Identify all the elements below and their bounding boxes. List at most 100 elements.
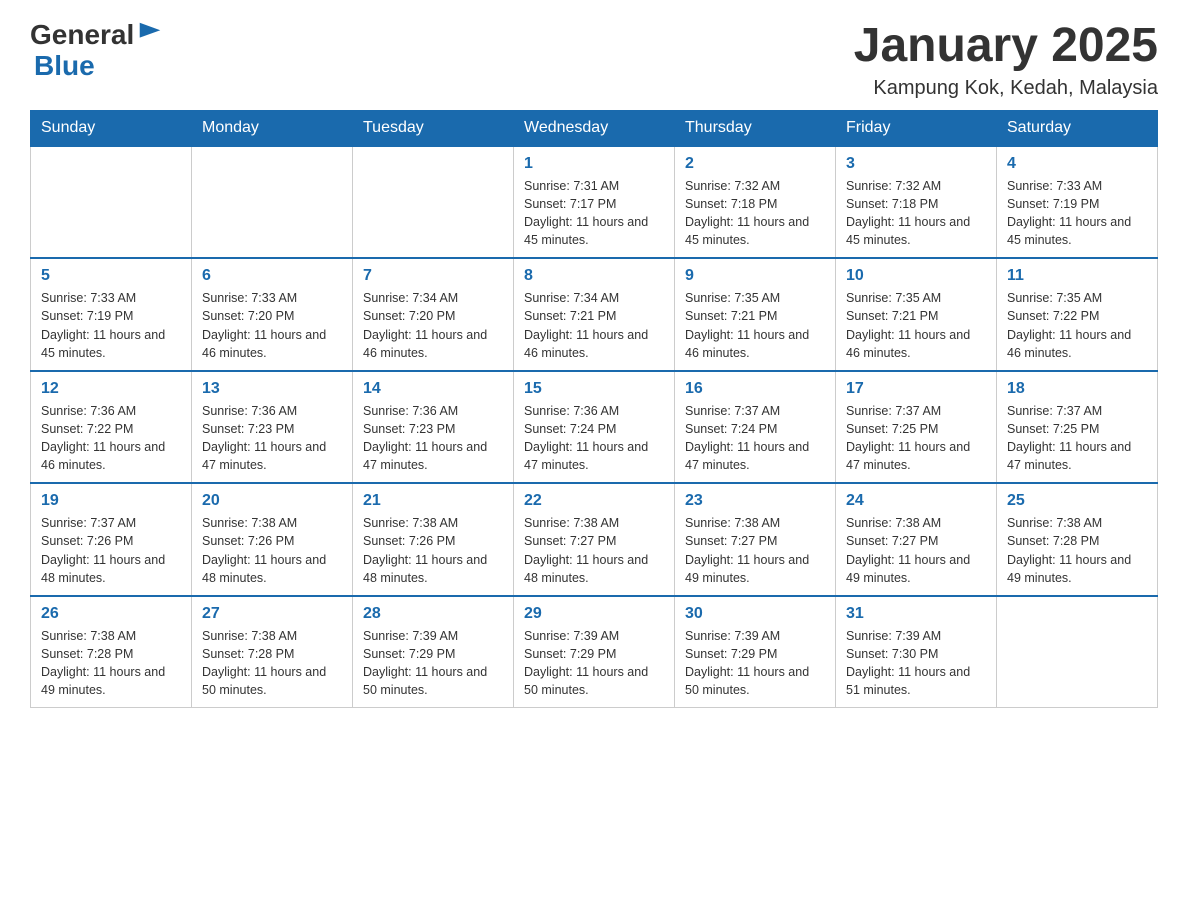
calendar-cell: 7 Sunrise: 7:34 AM Sunset: 7:20 PM Daylig…	[353, 258, 514, 371]
calendar-cell: 30 Sunrise: 7:39 AM Sunset: 7:29 PM Dayli…	[675, 596, 836, 708]
calendar-cell: 4 Sunrise: 7:33 AM Sunset: 7:19 PM Daylig…	[997, 146, 1158, 259]
day-info: Sunrise: 7:39 AM Sunset: 7:29 PM Dayligh…	[524, 627, 664, 700]
day-info: Sunrise: 7:36 AM Sunset: 7:23 PM Dayligh…	[363, 402, 503, 475]
calendar-cell: 13Sunrise: 7:36 AM Sunset: 7:23 PM Dayli…	[192, 371, 353, 484]
logo-flag-icon	[136, 19, 164, 47]
day-info: Sunrise: 7:38 AM Sunset: 7:27 PM Dayligh…	[846, 514, 986, 587]
day-number: 5	[41, 267, 181, 285]
day-info: Sunrise: 7:35 AM Sunset: 7:21 PM Dayligh…	[846, 289, 986, 362]
calendar-week-row: 5 Sunrise: 7:33 AM Sunset: 7:19 PM Daylig…	[31, 258, 1158, 371]
day-of-week-header: Saturday	[997, 110, 1158, 146]
logo: General Blue	[30, 20, 164, 82]
page-header: General Blue January 2025 Kampung Kok, K…	[30, 20, 1158, 100]
day-number: 20	[202, 492, 342, 510]
day-of-week-header: Tuesday	[353, 110, 514, 146]
day-number: 19	[41, 492, 181, 510]
day-info: Sunrise: 7:36 AM Sunset: 7:23 PM Dayligh…	[202, 402, 342, 475]
calendar-cell: 18 Sunrise: 7:37 AM Sunset: 7:25 PM Dayli…	[997, 371, 1158, 484]
day-info: Sunrise: 7:39 AM Sunset: 7:29 PM Dayligh…	[685, 627, 825, 700]
day-info: Sunrise: 7:33 AM Sunset: 7:20 PM Dayligh…	[202, 289, 342, 362]
calendar-cell: 22 Sunrise: 7:38 AM Sunset: 7:27 PM Dayli…	[514, 483, 675, 596]
day-number: 30	[685, 605, 825, 623]
day-number: 10	[846, 267, 986, 285]
day-number: 12	[41, 380, 181, 398]
calendar-cell	[192, 146, 353, 259]
day-info: Sunrise: 7:32 AM Sunset: 7:18 PM Dayligh…	[685, 177, 825, 250]
logo-blue-text: Blue	[34, 51, 164, 82]
calendar-cell	[997, 596, 1158, 708]
day-info: Sunrise: 7:38 AM Sunset: 7:26 PM Dayligh…	[202, 514, 342, 587]
day-number: 11	[1007, 267, 1147, 285]
calendar-cell: 28Sunrise: 7:39 AM Sunset: 7:29 PM Dayli…	[353, 596, 514, 708]
day-info: Sunrise: 7:39 AM Sunset: 7:30 PM Dayligh…	[846, 627, 986, 700]
calendar-cell: 17 Sunrise: 7:37 AM Sunset: 7:25 PM Dayli…	[836, 371, 997, 484]
calendar-table: SundayMondayTuesdayWednesdayThursdayFrid…	[30, 110, 1158, 709]
day-of-week-header: Wednesday	[514, 110, 675, 146]
calendar-cell: 3 Sunrise: 7:32 AM Sunset: 7:18 PM Daylig…	[836, 146, 997, 259]
calendar-cell: 16 Sunrise: 7:37 AM Sunset: 7:24 PM Dayli…	[675, 371, 836, 484]
location-title: Kampung Kok, Kedah, Malaysia	[854, 77, 1158, 100]
day-number: 8	[524, 267, 664, 285]
day-number: 29	[524, 605, 664, 623]
calendar-cell: 29 Sunrise: 7:39 AM Sunset: 7:29 PM Dayli…	[514, 596, 675, 708]
day-number: 24	[846, 492, 986, 510]
day-number: 21	[363, 492, 503, 510]
calendar-body: 1Sunrise: 7:31 AM Sunset: 7:17 PM Daylig…	[31, 146, 1158, 708]
day-info: Sunrise: 7:38 AM Sunset: 7:28 PM Dayligh…	[1007, 514, 1147, 587]
calendar-cell: 15 Sunrise: 7:36 AM Sunset: 7:24 PM Dayli…	[514, 371, 675, 484]
title-section: January 2025 Kampung Kok, Kedah, Malaysi…	[854, 20, 1158, 100]
calendar-cell: 23Sunrise: 7:38 AM Sunset: 7:27 PM Dayli…	[675, 483, 836, 596]
calendar-cell: 31 Sunrise: 7:39 AM Sunset: 7:30 PM Dayli…	[836, 596, 997, 708]
day-info: Sunrise: 7:34 AM Sunset: 7:20 PM Dayligh…	[363, 289, 503, 362]
calendar-cell: 8Sunrise: 7:34 AM Sunset: 7:21 PM Daylig…	[514, 258, 675, 371]
calendar-week-row: 1Sunrise: 7:31 AM Sunset: 7:17 PM Daylig…	[31, 146, 1158, 259]
day-number: 26	[41, 605, 181, 623]
day-number: 6	[202, 267, 342, 285]
day-number: 4	[1007, 155, 1147, 173]
day-info: Sunrise: 7:35 AM Sunset: 7:22 PM Dayligh…	[1007, 289, 1147, 362]
day-number: 14	[363, 380, 503, 398]
day-number: 3	[846, 155, 986, 173]
calendar-cell: 6 Sunrise: 7:33 AM Sunset: 7:20 PM Daylig…	[192, 258, 353, 371]
month-title: January 2025	[854, 20, 1158, 73]
day-of-week-header: Monday	[192, 110, 353, 146]
day-info: Sunrise: 7:33 AM Sunset: 7:19 PM Dayligh…	[41, 289, 181, 362]
calendar-cell: 5 Sunrise: 7:33 AM Sunset: 7:19 PM Daylig…	[31, 258, 192, 371]
day-info: Sunrise: 7:38 AM Sunset: 7:28 PM Dayligh…	[41, 627, 181, 700]
day-number: 31	[846, 605, 986, 623]
day-number: 28	[363, 605, 503, 623]
calendar-cell: 2 Sunrise: 7:32 AM Sunset: 7:18 PM Daylig…	[675, 146, 836, 259]
day-info: Sunrise: 7:38 AM Sunset: 7:28 PM Dayligh…	[202, 627, 342, 700]
day-number: 27	[202, 605, 342, 623]
day-info: Sunrise: 7:33 AM Sunset: 7:19 PM Dayligh…	[1007, 177, 1147, 250]
calendar-cell	[353, 146, 514, 259]
day-of-week-header: Sunday	[31, 110, 192, 146]
day-number: 17	[846, 380, 986, 398]
calendar-cell: 11 Sunrise: 7:35 AM Sunset: 7:22 PM Dayli…	[997, 258, 1158, 371]
day-number: 23	[685, 492, 825, 510]
day-info: Sunrise: 7:32 AM Sunset: 7:18 PM Dayligh…	[846, 177, 986, 250]
day-number: 22	[524, 492, 664, 510]
calendar-cell: 10 Sunrise: 7:35 AM Sunset: 7:21 PM Dayli…	[836, 258, 997, 371]
day-of-week-header: Friday	[836, 110, 997, 146]
logo-general-text: General	[30, 20, 134, 51]
day-number: 16	[685, 380, 825, 398]
day-number: 18	[1007, 380, 1147, 398]
day-number: 25	[1007, 492, 1147, 510]
day-info: Sunrise: 7:37 AM Sunset: 7:25 PM Dayligh…	[846, 402, 986, 475]
day-number: 2	[685, 155, 825, 173]
day-info: Sunrise: 7:37 AM Sunset: 7:25 PM Dayligh…	[1007, 402, 1147, 475]
calendar-cell: 27 Sunrise: 7:38 AM Sunset: 7:28 PM Dayli…	[192, 596, 353, 708]
calendar-cell: 9Sunrise: 7:35 AM Sunset: 7:21 PM Daylig…	[675, 258, 836, 371]
day-info: Sunrise: 7:31 AM Sunset: 7:17 PM Dayligh…	[524, 177, 664, 250]
day-info: Sunrise: 7:35 AM Sunset: 7:21 PM Dayligh…	[685, 289, 825, 362]
calendar-cell: 20 Sunrise: 7:38 AM Sunset: 7:26 PM Dayli…	[192, 483, 353, 596]
day-number: 7	[363, 267, 503, 285]
day-info: Sunrise: 7:36 AM Sunset: 7:22 PM Dayligh…	[41, 402, 181, 475]
day-info: Sunrise: 7:38 AM Sunset: 7:27 PM Dayligh…	[524, 514, 664, 587]
day-info: Sunrise: 7:36 AM Sunset: 7:24 PM Dayligh…	[524, 402, 664, 475]
day-info: Sunrise: 7:37 AM Sunset: 7:24 PM Dayligh…	[685, 402, 825, 475]
day-info: Sunrise: 7:37 AM Sunset: 7:26 PM Dayligh…	[41, 514, 181, 587]
calendar-cell: 26 Sunrise: 7:38 AM Sunset: 7:28 PM Dayli…	[31, 596, 192, 708]
day-number: 15	[524, 380, 664, 398]
